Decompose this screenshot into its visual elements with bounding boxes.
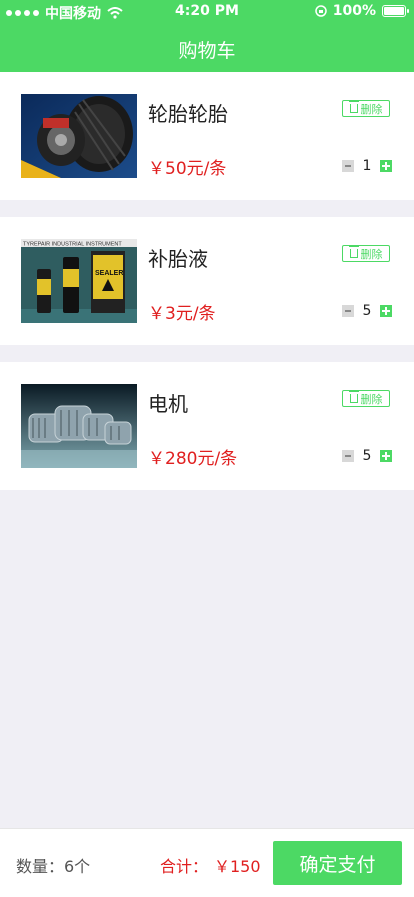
item-price: ￥3元/条 xyxy=(148,304,216,324)
battery-percent: 100% xyxy=(332,3,376,19)
item-price: ￥280元/条 xyxy=(148,449,238,469)
quantity-value: 5 xyxy=(362,448,372,464)
delete-button[interactable]: 删除 xyxy=(342,100,390,117)
delete-button[interactable]: 删除 xyxy=(342,245,390,262)
total-label: 合计： xyxy=(160,857,209,876)
page-title: 购物车 xyxy=(178,40,236,62)
product-image-tire xyxy=(21,94,137,178)
delete-label: 删除 xyxy=(360,102,383,116)
item-count: 数量：6个 xyxy=(16,857,91,876)
quantity-stepper: 5 xyxy=(342,303,392,319)
quantity-stepper: 5 xyxy=(342,448,392,464)
cart-item: 轮胎轮胎 ￥50元/条 删除 1 xyxy=(0,72,414,200)
increase-button[interactable] xyxy=(380,305,392,317)
item-price: ￥50元/条 xyxy=(148,159,227,179)
delete-label: 删除 xyxy=(360,247,383,261)
trash-icon xyxy=(348,246,359,258)
decrease-button[interactable] xyxy=(342,160,354,172)
status-bar: 中国移动 4:20 PM 100% xyxy=(0,0,414,24)
checkout-bar: 数量：6个 合计： ￥150 确定支付 xyxy=(0,828,414,897)
trash-icon xyxy=(348,101,359,113)
orientation-lock-icon xyxy=(314,5,327,17)
increase-button[interactable] xyxy=(380,450,392,462)
quantity-value: 5 xyxy=(362,303,372,319)
item-name: 轮胎轮胎 xyxy=(148,102,228,126)
trash-icon xyxy=(348,391,359,403)
delete-label: 删除 xyxy=(360,392,383,406)
product-label-text: SEALER xyxy=(95,270,123,277)
item-name: 电机 xyxy=(148,392,188,416)
battery-icon xyxy=(382,5,409,17)
item-name: 补胎液 xyxy=(148,247,208,271)
increase-button[interactable] xyxy=(380,160,392,172)
cart-item: TYREPAIR INDUSTRIAL INSTRUMENT SEALER 补胎… xyxy=(0,217,414,345)
total-value: ￥150 xyxy=(214,857,261,876)
banner-text: TYREPAIR INDUSTRIAL INSTRUMENT xyxy=(23,242,122,248)
product-image-sealant: TYREPAIR INDUSTRIAL INSTRUMENT SEALER xyxy=(21,239,137,323)
cart-item: 电机 ￥280元/条 删除 5 xyxy=(0,362,414,490)
app-header: 中国移动 4:20 PM 100% 购物车 xyxy=(0,0,414,72)
confirm-pay-button[interactable]: 确定支付 xyxy=(273,841,402,885)
quantity-stepper: 1 xyxy=(342,158,392,174)
decrease-button[interactable] xyxy=(342,450,354,462)
quantity-value: 1 xyxy=(362,158,372,174)
product-image-motor xyxy=(21,384,137,468)
delete-button[interactable]: 删除 xyxy=(342,390,390,407)
status-right: 100% xyxy=(314,3,409,19)
decrease-button[interactable] xyxy=(342,305,354,317)
